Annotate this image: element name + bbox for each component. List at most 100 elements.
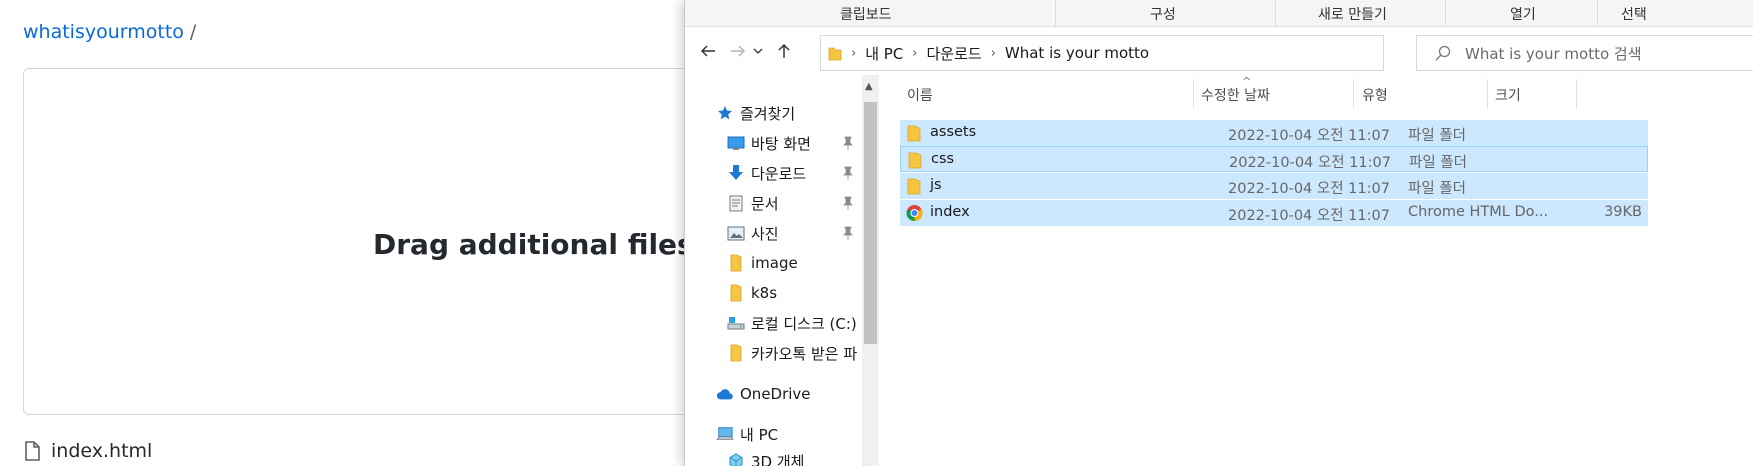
ribbon-divider <box>1445 0 1446 27</box>
back-button[interactable] <box>697 40 719 62</box>
nav-item-kakaotalk-folder[interactable]: 카카오톡 받은 파 <box>727 341 857 365</box>
ribbon-divider <box>1055 0 1056 27</box>
desktop-icon <box>727 134 745 152</box>
cloud-icon <box>716 385 734 403</box>
file-row-js[interactable]: js 2022-10-04 오전 11:07 파일 폴더 <box>900 173 1648 199</box>
column-header-date[interactable]: 수정한 날짜 <box>1201 85 1270 105</box>
column-header-type[interactable]: 유형 <box>1362 85 1388 105</box>
repo-link[interactable]: whatisyourmotto <box>23 21 184 43</box>
breadcrumb: whatisyourmotto / <box>23 21 196 43</box>
arrow-up-icon <box>778 43 790 58</box>
scroll-up-arrow-icon[interactable]: ▲ <box>865 81 873 92</box>
column-separator[interactable] <box>1353 79 1354 109</box>
nav-label: 3D 개체 <box>751 452 805 466</box>
search-box[interactable]: What is your motto 검색 <box>1416 35 1753 71</box>
folder-icon <box>828 47 842 61</box>
address-segment-current[interactable]: What is your motto <box>1005 44 1149 62</box>
column-separator[interactable] <box>1193 79 1194 109</box>
file-name: css <box>931 151 955 167</box>
nav-pane-scrollbar[interactable]: ▲ <box>862 75 879 466</box>
nav-item-pictures[interactable]: 사진 <box>727 221 779 245</box>
folder-icon <box>727 344 745 362</box>
nav-label: 다운로드 <box>751 164 807 183</box>
file-size: 39KB <box>1604 204 1642 220</box>
folder-icon <box>727 254 745 272</box>
address-segment-this-pc[interactable]: 내 PC <box>865 43 903 64</box>
nav-item-documents[interactable]: 문서 <box>727 191 779 215</box>
document-icon <box>727 194 745 212</box>
drive-icon <box>727 314 745 332</box>
chrome-icon <box>906 205 923 221</box>
pin-icon <box>842 195 854 210</box>
ribbon-divider <box>1597 0 1598 27</box>
nav-label: 문서 <box>751 194 779 213</box>
nav-label: 로컬 디스크 (C:) <box>751 314 857 333</box>
breadcrumb-separator: / <box>189 21 197 43</box>
file-type: 파일 폴더 <box>1409 155 1467 171</box>
nav-item-local-disk[interactable]: 로컬 디스크 (C:) <box>727 311 857 335</box>
column-header-name[interactable]: 이름 <box>907 85 933 105</box>
recent-locations-button[interactable] <box>751 40 765 62</box>
up-button[interactable] <box>773 40 795 62</box>
file-list-pane: ^ 이름 수정한 날짜 유형 크기 assets 2022-10-04 오전 1… <box>879 75 1753 466</box>
file-name: index <box>930 204 970 220</box>
chevron-down-icon <box>753 48 763 54</box>
picture-icon <box>727 224 745 242</box>
nav-item-k8s-folder[interactable]: k8s <box>727 281 777 305</box>
nav-item-downloads[interactable]: 다운로드 <box>727 161 806 185</box>
nav-label: 내 PC <box>740 425 779 444</box>
folder-icon <box>907 178 921 195</box>
file-explorer-window: 클립보드 구성 새로 만들기 열기 선택 › 내 PC › 다운로드 › Wha… <box>684 0 1753 466</box>
nav-label: OneDrive <box>740 385 811 403</box>
nav-item-desktop[interactable]: 바탕 화면 <box>727 131 811 155</box>
computer-icon <box>716 425 734 443</box>
pin-icon <box>842 165 854 180</box>
nav-label: 사진 <box>751 224 779 243</box>
file-date: 2022-10-04 오전 11:07 <box>1228 128 1390 144</box>
ribbon-group-clipboard: 클립보드 <box>840 7 892 23</box>
search-placeholder: What is your motto 검색 <box>1465 44 1642 63</box>
nav-label: 바탕 화면 <box>751 134 811 153</box>
scrollbar-thumb[interactable] <box>864 102 877 344</box>
chevron-right-icon: › <box>990 45 996 61</box>
search-icon <box>1435 45 1451 61</box>
nav-label: image <box>751 254 798 272</box>
nav-item-quick-access[interactable]: 즐겨찾기 <box>716 101 795 125</box>
file-list-item[interactable]: index.html <box>23 440 152 462</box>
nav-item-image-folder[interactable]: image <box>727 251 798 275</box>
nav-label: 즐겨찾기 <box>740 104 796 123</box>
ribbon-divider <box>1275 0 1276 27</box>
forward-button[interactable] <box>727 40 749 62</box>
folder-icon <box>908 152 922 169</box>
ribbon: 클립보드 구성 새로 만들기 열기 선택 <box>685 0 1753 27</box>
nav-item-3d-objects[interactable]: 3D 개체 <box>727 449 804 466</box>
arrow-right-icon <box>731 45 746 57</box>
column-separator[interactable] <box>1576 79 1577 109</box>
file-row-index[interactable]: index 2022-10-04 오전 11:07 Chrome HTML Do… <box>900 200 1648 226</box>
download-arrow-icon <box>727 164 745 182</box>
file-date: 2022-10-04 오전 11:07 <box>1228 208 1390 224</box>
star-icon <box>716 104 734 122</box>
cube-icon <box>727 452 745 466</box>
file-type: Chrome HTML Do... <box>1408 204 1549 220</box>
file-name[interactable]: index.html <box>51 440 152 462</box>
column-header-size[interactable]: 크기 <box>1495 85 1521 105</box>
navigation-pane: 즐겨찾기 바탕 화면 다운로드 문서 사진 image k8s 로컬 디스크 (… <box>685 75 862 466</box>
file-date: 2022-10-04 오전 11:07 <box>1229 155 1391 171</box>
file-type: 파일 폴더 <box>1408 181 1466 197</box>
address-bar[interactable]: › 내 PC › 다운로드 › What is your motto <box>820 35 1524 71</box>
ribbon-group-new: 새로 만들기 <box>1318 7 1387 23</box>
folder-icon <box>727 284 745 302</box>
nav-item-this-pc[interactable]: 내 PC <box>716 422 778 446</box>
ribbon-group-organize: 구성 <box>1150 7 1176 23</box>
ribbon-group-select: 선택 <box>1621 7 1647 23</box>
folder-icon <box>907 125 921 142</box>
ribbon-group-open: 열기 <box>1510 7 1536 23</box>
file-row-css[interactable]: css 2022-10-04 오전 11:07 파일 폴더 <box>900 146 1648 172</box>
address-segment-downloads[interactable]: 다운로드 <box>927 43 982 64</box>
nav-item-onedrive[interactable]: OneDrive <box>716 382 811 406</box>
file-date: 2022-10-04 오전 11:07 <box>1228 181 1390 197</box>
file-row-assets[interactable]: assets 2022-10-04 오전 11:07 파일 폴더 <box>900 120 1648 146</box>
navigation-bar: › 내 PC › 다운로드 › What is your motto What … <box>685 27 1753 75</box>
column-separator[interactable] <box>1487 79 1488 109</box>
